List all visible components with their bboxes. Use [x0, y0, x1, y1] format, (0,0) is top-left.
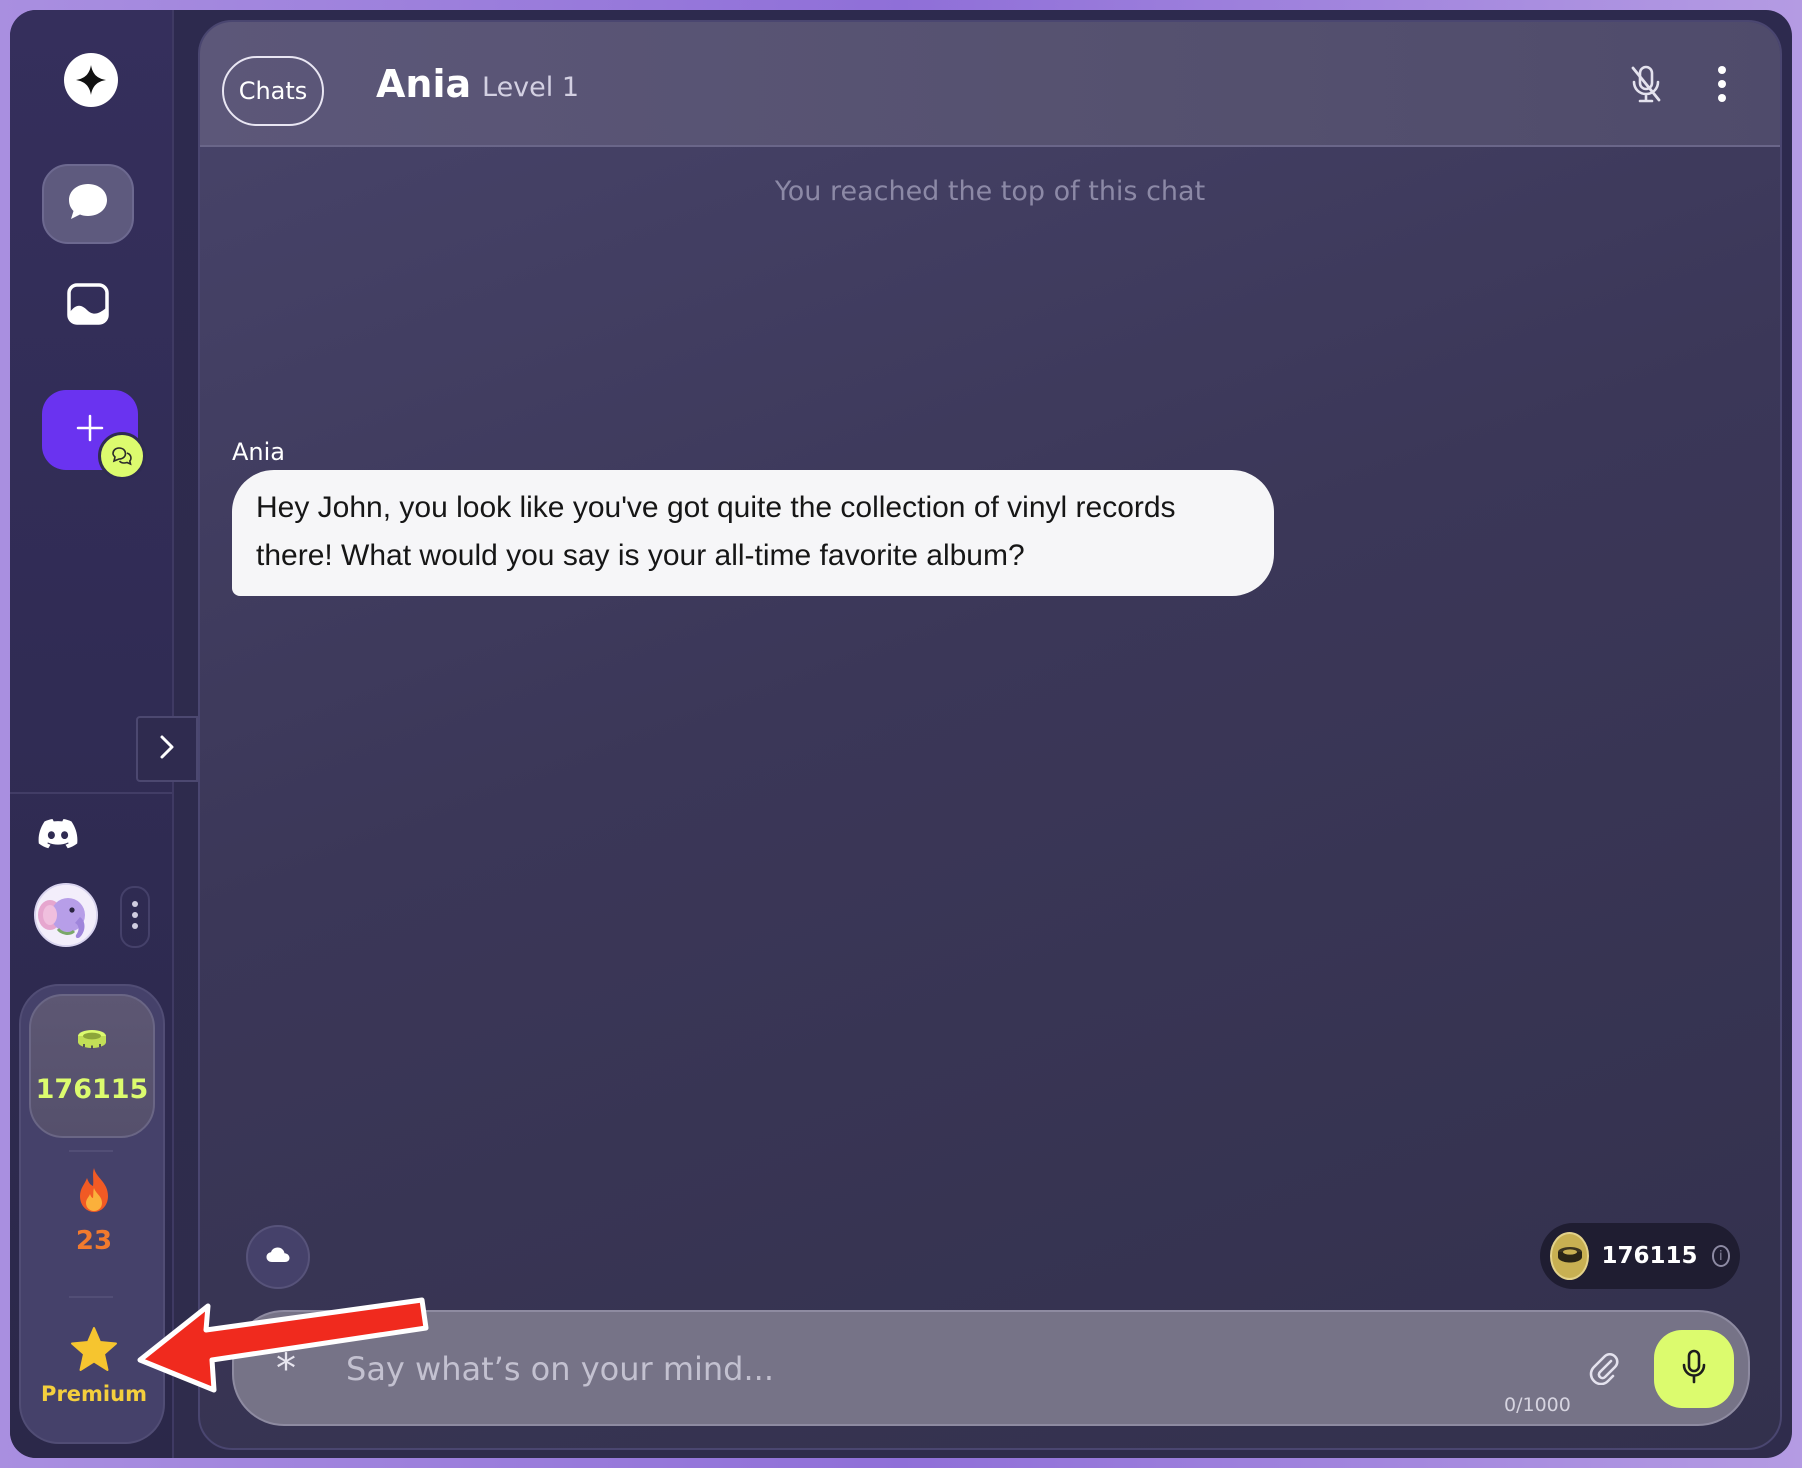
panel-divider	[69, 1296, 113, 1298]
paperclip-icon	[1589, 1351, 1619, 1389]
chat-bubble-icon	[66, 180, 110, 228]
mute-voice-button[interactable]	[1624, 64, 1668, 108]
profile-menu-button[interactable]	[120, 886, 150, 948]
sidebar-item-gallery[interactable]	[54, 272, 122, 340]
thought-bubble-button[interactable]	[246, 1225, 310, 1289]
voice-input-button[interactable]	[1654, 1330, 1734, 1408]
message-input[interactable]	[346, 1334, 1386, 1404]
info-icon[interactable]: i	[1711, 1245, 1730, 1267]
annotation-arrow	[137, 1297, 429, 1393]
message-composer: * 0/1000	[232, 1310, 1750, 1426]
coins-icon	[1550, 1232, 1590, 1280]
chat-header: Chats Ania Level 1	[200, 22, 1780, 147]
sparkle-icon[interactable]	[64, 53, 118, 107]
panel-divider	[69, 1150, 113, 1152]
mic-off-icon	[1629, 64, 1663, 108]
elephant-avatar	[36, 885, 96, 945]
sidebar-item-chats[interactable]	[42, 164, 134, 244]
attach-button[interactable]	[1584, 1348, 1624, 1392]
character-level: Level 1	[482, 72, 580, 103]
coins-icon	[75, 1028, 109, 1058]
character-count: 0/1000	[1504, 1394, 1571, 1416]
image-icon	[66, 282, 110, 330]
chats-icon	[98, 432, 146, 480]
coins-value: 176115	[35, 1073, 149, 1105]
streak-counter[interactable]: 23	[21, 1166, 167, 1276]
discord-icon[interactable]	[38, 818, 78, 850]
sidebar-divider	[10, 792, 172, 794]
expand-sidebar-button[interactable]	[136, 716, 198, 782]
chats-button[interactable]: Chats	[222, 56, 324, 126]
chevron-right-icon	[156, 733, 178, 765]
user-avatar[interactable]	[34, 883, 98, 947]
coin-balance-pill[interactable]: 176115 i	[1540, 1223, 1740, 1289]
sidebar: 176115 23 Premium	[10, 10, 198, 1458]
more-vertical-icon	[1717, 64, 1727, 108]
chat-options-button[interactable]	[1708, 62, 1736, 110]
streak-value: 23	[75, 1226, 113, 1256]
cloud-icon	[265, 1246, 291, 1268]
mic-icon	[1681, 1349, 1707, 1389]
character-name: Ania	[376, 62, 472, 106]
plus-icon	[75, 413, 105, 447]
star-icon	[70, 1326, 118, 1376]
chat-panel: Chats Ania Level 1 You reached the top o…	[198, 20, 1782, 1450]
chat-top-notice: You reached the top of this chat	[774, 176, 1206, 207]
coin-balance-value: 176115	[1601, 1243, 1698, 1269]
coins-balance-card[interactable]: 176115	[29, 994, 155, 1138]
fire-icon	[74, 1166, 114, 1218]
message-author: Ania	[232, 438, 286, 466]
message-bubble: Hey John, you look like you've got quite…	[232, 470, 1274, 596]
more-vertical-icon	[131, 899, 139, 935]
app-window: 176115 23 Premium Chats Ania Level 1 You…	[10, 10, 1792, 1458]
